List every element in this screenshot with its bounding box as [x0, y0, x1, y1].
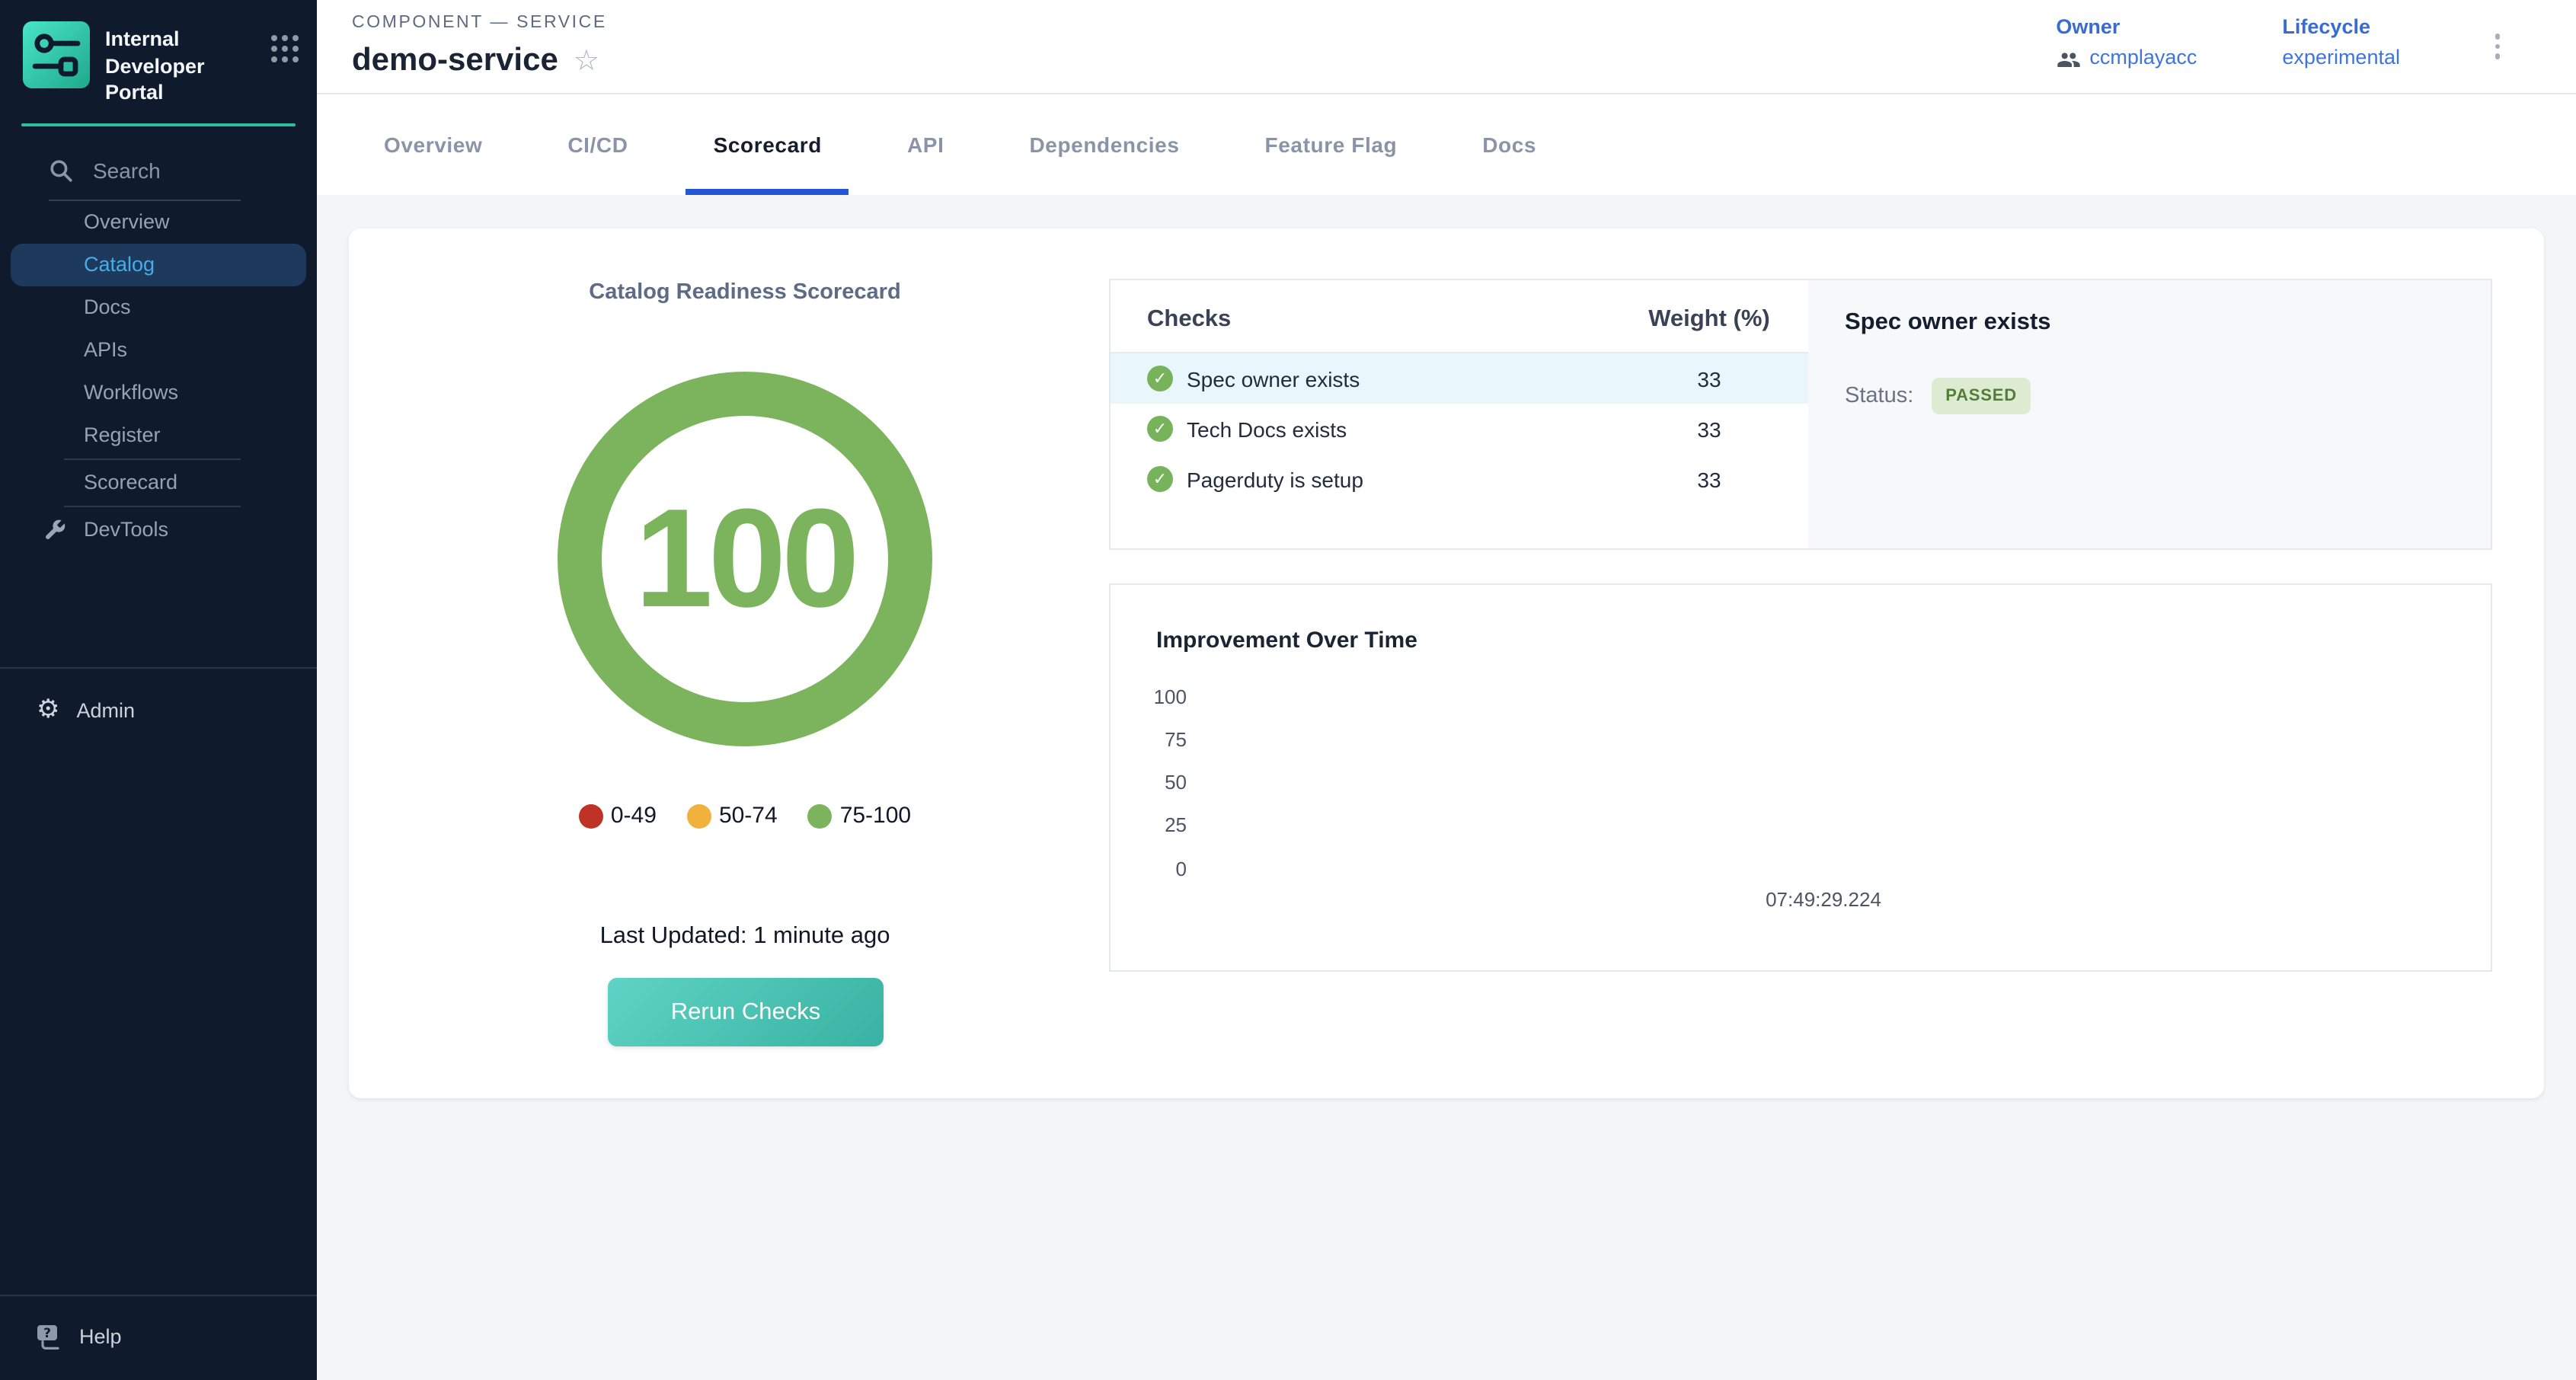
- sidebar-item-devtools[interactable]: DevTools: [0, 508, 317, 551]
- nav-divider: [64, 505, 241, 506]
- tab-cicd[interactable]: CI/CD: [567, 94, 628, 195]
- sidebar-item-workflows[interactable]: Workflows: [0, 371, 317, 414]
- group-icon: [2056, 46, 2080, 68]
- lifecycle-value: experimental: [2282, 46, 2400, 69]
- help-icon: ?: [37, 1324, 62, 1350]
- owner-value: ccmplayacc: [2089, 46, 2197, 69]
- check-detail-title: Spec owner exists: [1845, 309, 2454, 337]
- legend-dot-green: [808, 803, 833, 828]
- improvement-chart: Improvement Over Time 100 75 50 25 0 07:…: [1109, 583, 2492, 972]
- check-passed-icon: ✓: [1147, 416, 1173, 442]
- checks-panel: Checks Weight (%) ✓Spec owner exists 33 …: [1109, 279, 2492, 550]
- search-input[interactable]: Search: [49, 158, 241, 200]
- status-badge: PASSED: [1932, 378, 2031, 414]
- legend-item-low: 0-49: [579, 803, 657, 829]
- legend-dot-amber: [687, 803, 711, 828]
- scorecard-title: Catalog Readiness Scorecard: [349, 280, 1141, 305]
- search-placeholder: Search: [93, 158, 161, 182]
- sidebar-footer: ? Help: [0, 1295, 317, 1380]
- checks-column-header: Checks: [1147, 306, 1610, 334]
- y-tick-75: 75: [1111, 728, 1187, 751]
- brand: Internal Developer Portal: [0, 0, 317, 106]
- y-tick-100: 100: [1111, 685, 1187, 708]
- brand-divider: [21, 123, 296, 126]
- sidebar-nav: Overview Catalog Docs APIs Workflows Reg…: [0, 200, 317, 551]
- sidebar-item-admin[interactable]: ⚙ Admin: [0, 668, 317, 732]
- breadcrumb: COMPONENT — SERVICE: [352, 14, 607, 32]
- check-detail-panel: Spec owner exists Status: PASSED: [1808, 280, 2491, 548]
- check-row-pagerduty[interactable]: ✓Pagerduty is setup 33: [1111, 454, 1808, 504]
- owner-link[interactable]: ccmplayacc: [2056, 46, 2197, 69]
- favorite-star-icon[interactable]: ☆: [574, 46, 599, 75]
- portal-logo-icon: [23, 21, 90, 88]
- sidebar-item-label: DevTools: [84, 508, 168, 551]
- sidebar-item-apis[interactable]: APIs: [0, 328, 317, 371]
- last-updated-text: Last Updated: 1 minute ago: [349, 923, 1141, 950]
- sidebar-item-overview[interactable]: Overview: [0, 200, 317, 243]
- check-row-tech-docs[interactable]: ✓Tech Docs exists 33: [1111, 404, 1808, 454]
- page-title: demo-service: [352, 43, 558, 79]
- tab-scorecard[interactable]: Scorecard: [714, 94, 822, 195]
- lifecycle-label: Lifecycle: [2282, 15, 2400, 38]
- portal-title: Internal Developer Portal: [105, 21, 256, 106]
- tab-feature-flag[interactable]: Feature Flag: [1265, 94, 1398, 195]
- sidebar-item-docs[interactable]: Docs: [0, 286, 317, 328]
- help-label: Help: [79, 1325, 122, 1348]
- sidebar-item-scorecard[interactable]: Scorecard: [0, 461, 317, 503]
- legend-dot-red: [579, 803, 603, 828]
- tab-content: Catalog Readiness Scorecard 100 0-49 50-…: [317, 195, 2576, 1380]
- tab-dependencies[interactable]: Dependencies: [1029, 94, 1179, 195]
- more-options-icon[interactable]: [2485, 21, 2509, 71]
- checks-table-header: Checks Weight (%): [1111, 280, 1808, 353]
- x-tick-timestamp: 07:49:29.224: [1717, 888, 1930, 911]
- score-legend: 0-49 50-74 75-100: [349, 803, 1141, 829]
- svg-text:?: ?: [43, 1326, 51, 1341]
- app-window: Internal Developer Portal Search Overvie…: [0, 0, 2576, 1380]
- y-tick-0: 0: [1111, 858, 1187, 880]
- score-gauge: 100: [558, 372, 932, 746]
- tab-api[interactable]: API: [907, 94, 944, 195]
- weight-column-header: Weight (%): [1610, 306, 1808, 334]
- score-value: 100: [635, 479, 855, 639]
- y-tick-25: 25: [1111, 813, 1187, 836]
- rerun-checks-button[interactable]: Rerun Checks: [608, 978, 884, 1046]
- owner-block: Owner ccmplayacc: [2056, 15, 2197, 69]
- nav-divider: [64, 458, 241, 459]
- chart-title: Improvement Over Time: [1156, 628, 1417, 653]
- check-passed-icon: ✓: [1147, 466, 1173, 492]
- apps-grid-icon[interactable]: [271, 35, 299, 62]
- check-passed-icon: ✓: [1147, 366, 1173, 391]
- checks-table: Checks Weight (%) ✓Spec owner exists 33 …: [1111, 280, 1808, 548]
- admin-label: Admin: [77, 699, 136, 722]
- sidebar: Internal Developer Portal Search Overvie…: [0, 0, 317, 1380]
- legend-item-mid: 50-74: [687, 803, 778, 829]
- gear-icon: ⚙: [37, 698, 60, 724]
- main-area: COMPONENT — SERVICE demo-service ☆ Owner…: [317, 0, 2576, 1380]
- entity-header: COMPONENT — SERVICE demo-service ☆ Owner…: [317, 0, 2576, 94]
- status-label: Status:: [1845, 384, 1913, 408]
- tab-docs[interactable]: Docs: [1482, 94, 1536, 195]
- sidebar-item-catalog[interactable]: Catalog: [11, 243, 306, 286]
- y-tick-50: 50: [1111, 771, 1187, 794]
- entity-tabs: Overview CI/CD Scorecard API Dependencie…: [317, 94, 2576, 195]
- check-row-spec-owner[interactable]: ✓Spec owner exists 33: [1111, 353, 1808, 404]
- owner-label: Owner: [2056, 15, 2197, 38]
- legend-item-high: 75-100: [808, 803, 911, 829]
- lifecycle-block: Lifecycle experimental: [2282, 15, 2400, 69]
- help-button[interactable]: ? Help: [37, 1324, 317, 1350]
- search-icon: [49, 158, 73, 182]
- tab-overview[interactable]: Overview: [384, 94, 482, 195]
- wrench-icon: [43, 517, 67, 541]
- sidebar-item-register[interactable]: Register: [0, 414, 317, 456]
- scorecard-card: Catalog Readiness Scorecard 100 0-49 50-…: [349, 228, 2544, 1098]
